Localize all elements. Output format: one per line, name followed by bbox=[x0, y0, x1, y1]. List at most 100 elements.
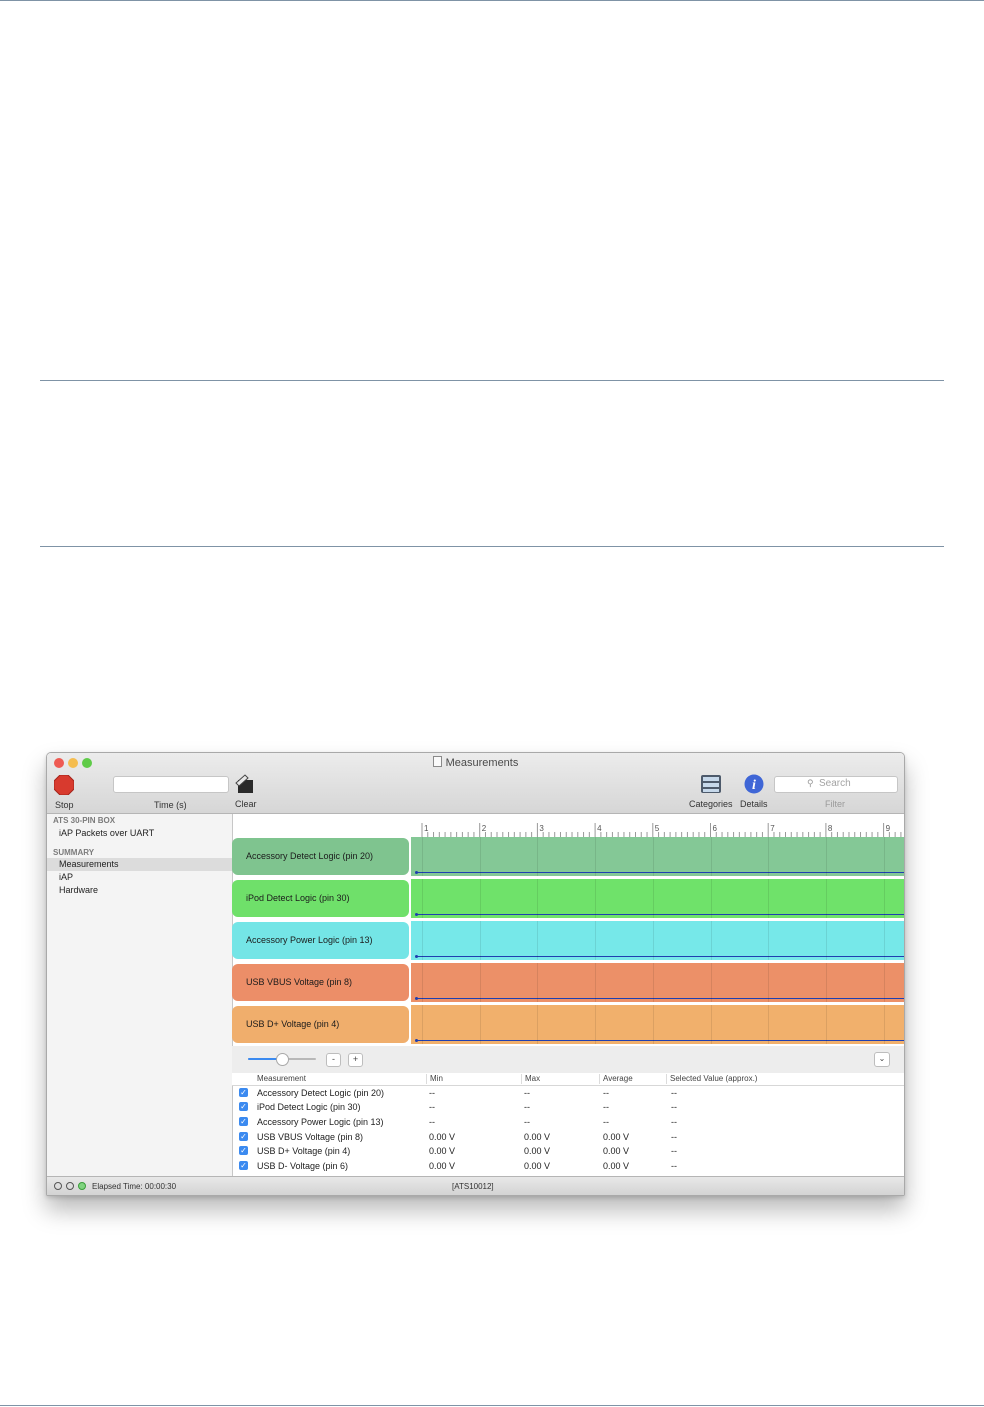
stop-button[interactable]: Stop bbox=[53, 775, 75, 811]
col-max[interactable]: Max bbox=[521, 1074, 597, 1084]
table-row[interactable]: ✓ USB D- Voltage (pin 6) 0.00 V 0.00 V 0… bbox=[232, 1159, 904, 1173]
row-average: -- bbox=[603, 1117, 609, 1127]
zoom-out-button[interactable]: - bbox=[326, 1053, 341, 1067]
ruler-tick-label: 6 bbox=[712, 824, 717, 833]
row-checkbox[interactable]: ✓ bbox=[239, 1088, 248, 1097]
col-average[interactable]: Average bbox=[599, 1074, 663, 1084]
grid-line bbox=[768, 837, 770, 876]
row-max: 0.00 V bbox=[524, 1146, 551, 1156]
track-label-accessory-power[interactable]: Accessory Power Logic (pin 13) bbox=[232, 922, 409, 959]
grid-line bbox=[595, 921, 597, 960]
ruler-tick-label: 1 bbox=[424, 824, 429, 833]
track-label-ipod-detect[interactable]: iPod Detect Logic (pin 30) bbox=[232, 880, 409, 917]
measurements-window: Measurements Stop Time (s) Clear Categor… bbox=[46, 752, 905, 1196]
measurement-table-header: Measurement Min Max Average Selected Val… bbox=[232, 1073, 904, 1086]
row-checkbox[interactable]: ✓ bbox=[239, 1102, 248, 1111]
sidebar-item-measurements[interactable]: Measurements bbox=[47, 858, 232, 871]
col-min[interactable]: Min bbox=[426, 1074, 518, 1084]
col-measurement[interactable]: Measurement bbox=[254, 1074, 306, 1084]
track-label-usb-vbus[interactable]: USB VBUS Voltage (pin 8) bbox=[232, 964, 409, 1001]
search-input[interactable]: ⚲ Search bbox=[774, 776, 898, 793]
track-plot-usb-vbus[interactable] bbox=[411, 963, 904, 1002]
categories-drawer-icon bbox=[701, 775, 721, 793]
table-row[interactable]: ✓ Accessory Detect Logic (pin 20) -- -- … bbox=[232, 1086, 904, 1100]
sidebar-item-iap-packets[interactable]: iAP Packets over UART bbox=[47, 827, 232, 840]
sidebar-item-hardware[interactable]: Hardware bbox=[47, 884, 232, 897]
grid-line bbox=[825, 1005, 827, 1044]
grid-line bbox=[595, 1005, 597, 1044]
row-average: -- bbox=[603, 1102, 609, 1112]
lock-status-icon bbox=[54, 1182, 62, 1190]
row-checkbox[interactable]: ✓ bbox=[239, 1146, 248, 1155]
table-row[interactable]: ✓ USB D+ Voltage (pin 4) 0.00 V 0.00 V 0… bbox=[232, 1144, 904, 1158]
time-field[interactable] bbox=[113, 776, 229, 793]
device-id: [ATS10012] bbox=[452, 1182, 494, 1191]
ruler-tick-label: 7 bbox=[770, 824, 775, 833]
row-measurement: Accessory Detect Logic (pin 20) bbox=[257, 1088, 385, 1098]
grid-line bbox=[825, 921, 827, 960]
row-measurement: USB D+ Voltage (pin 4) bbox=[257, 1146, 351, 1156]
track-plot-accessory-detect[interactable] bbox=[411, 837, 904, 876]
grid-line bbox=[652, 921, 654, 960]
row-min: 0.00 V bbox=[429, 1146, 456, 1156]
row-checkbox[interactable]: ✓ bbox=[239, 1117, 248, 1126]
row-selected: -- bbox=[671, 1102, 677, 1112]
col-selected-value[interactable]: Selected Value (approx.) bbox=[666, 1074, 780, 1084]
signal-marker bbox=[415, 997, 418, 1000]
status-bar: Elapsed Time: 00:00:30 [ATS10012] bbox=[47, 1176, 904, 1195]
row-max: -- bbox=[524, 1088, 530, 1098]
row-min: -- bbox=[429, 1088, 435, 1098]
zoom-slider-knob[interactable] bbox=[276, 1053, 289, 1066]
table-row[interactable]: ✓ USB VBUS Voltage (pin 8) 0.00 V 0.00 V… bbox=[232, 1130, 904, 1144]
row-selected: -- bbox=[671, 1088, 677, 1098]
table-row[interactable]: ✓ Accessory Power Logic (pin 13) -- -- -… bbox=[232, 1115, 904, 1129]
sidebar-item-iap[interactable]: iAP bbox=[47, 871, 232, 884]
track-plot-accessory-power[interactable] bbox=[411, 921, 904, 960]
clear-button[interactable]: Clear bbox=[233, 774, 259, 811]
search-icon: ⚲ bbox=[807, 778, 814, 788]
row-measurement: Accessory Power Logic (pin 13) bbox=[257, 1117, 384, 1127]
grid-line bbox=[710, 963, 712, 1002]
row-max: -- bbox=[524, 1102, 530, 1112]
signal-marker bbox=[415, 913, 418, 916]
lock-status-icon bbox=[66, 1182, 74, 1190]
filter-label: Filter bbox=[825, 799, 845, 809]
stop-sign-icon bbox=[54, 775, 74, 795]
grid-line bbox=[537, 1005, 539, 1044]
grid-line bbox=[883, 837, 885, 876]
signal-line bbox=[416, 1040, 904, 1041]
grid-line bbox=[479, 1005, 481, 1044]
row-checkbox[interactable]: ✓ bbox=[239, 1161, 248, 1170]
zoom-slider[interactable] bbox=[248, 1053, 316, 1066]
row-measurement: USB VBUS Voltage (pin 8) bbox=[257, 1132, 364, 1142]
track-plot-usb-dplus[interactable] bbox=[411, 1005, 904, 1044]
zoom-in-button[interactable]: + bbox=[348, 1053, 363, 1067]
window-title: Measurements bbox=[47, 756, 904, 769]
row-selected: -- bbox=[671, 1161, 677, 1171]
row-checkbox[interactable]: ✓ bbox=[239, 1132, 248, 1141]
grid-line bbox=[883, 1005, 885, 1044]
grid-line bbox=[537, 921, 539, 960]
row-measurement: USB D- Voltage (pin 6) bbox=[257, 1161, 349, 1171]
signal-line bbox=[416, 998, 904, 999]
signal-marker bbox=[415, 1039, 418, 1042]
ruler-tick-label: 9 bbox=[885, 824, 891, 833]
track-label-usb-dplus[interactable]: USB D+ Voltage (pin 4) bbox=[232, 1006, 409, 1043]
categories-button[interactable]: Categories bbox=[689, 774, 735, 811]
table-row[interactable]: ✓ iPod Detect Logic (pin 30) -- -- -- -- bbox=[232, 1100, 904, 1114]
details-button[interactable]: i Details bbox=[739, 774, 771, 811]
grid-line bbox=[710, 879, 712, 918]
chevron-down-icon: ⌄ bbox=[878, 1054, 886, 1063]
track-plot-ipod-detect[interactable] bbox=[411, 879, 904, 918]
row-min: 0.00 V bbox=[429, 1161, 456, 1171]
row-selected: -- bbox=[671, 1146, 677, 1156]
grid-line bbox=[710, 921, 712, 960]
signal-marker bbox=[415, 871, 418, 874]
svg-text:i: i bbox=[752, 778, 756, 793]
grid-line bbox=[825, 879, 827, 918]
row-min: -- bbox=[429, 1102, 435, 1112]
grid-line bbox=[537, 963, 539, 1002]
track-label-accessory-detect[interactable]: Accessory Detect Logic (pin 20) bbox=[232, 838, 409, 875]
expand-chevron-button[interactable]: ⌄ bbox=[874, 1052, 890, 1067]
ruler-tick-label: 8 bbox=[827, 824, 833, 833]
